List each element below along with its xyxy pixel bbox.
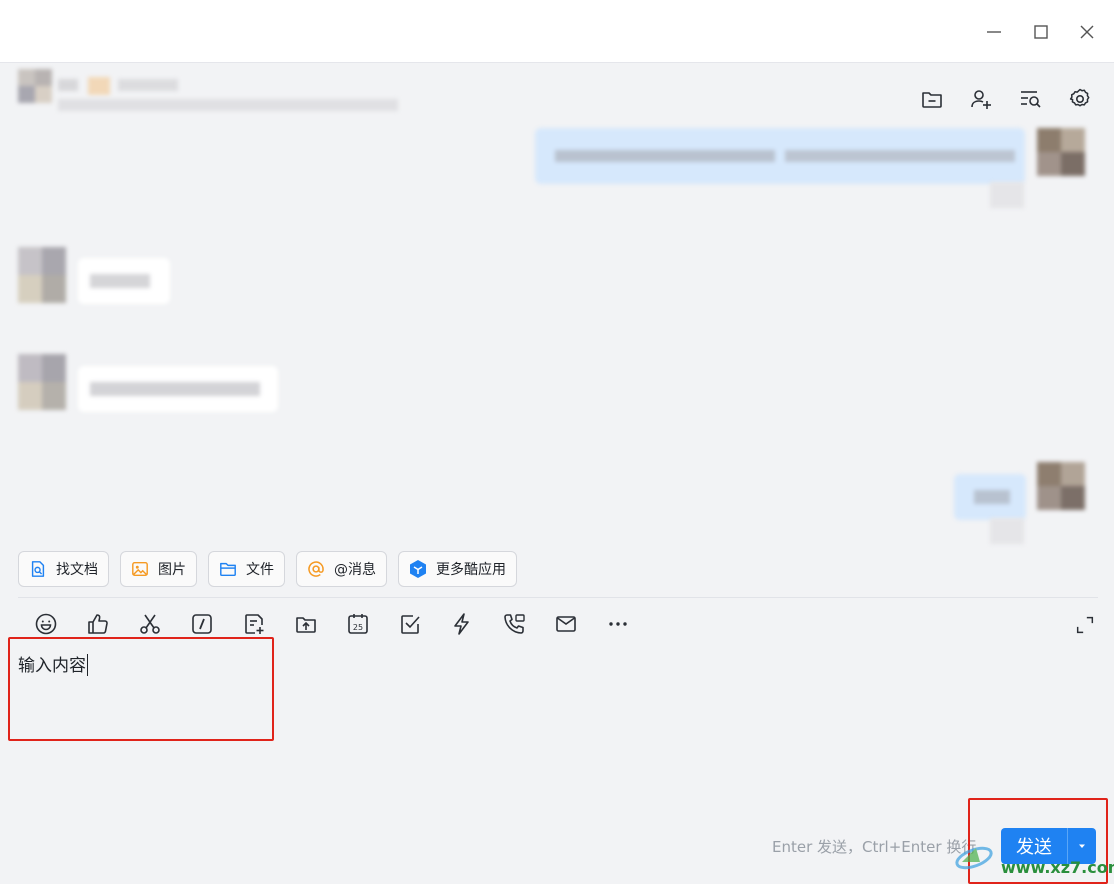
avatar xyxy=(18,354,66,410)
find-doc-label: 找文档 xyxy=(56,562,98,578)
lightning-icon[interactable] xyxy=(436,608,488,640)
message-input[interactable]: 输入内容 xyxy=(8,637,274,741)
message-bubble xyxy=(954,474,1026,520)
file-button[interactable]: 文件 xyxy=(208,551,285,587)
image-button[interactable]: 图片 xyxy=(120,551,197,587)
add-member-icon[interactable] xyxy=(967,85,995,113)
at-message-label: @消息 xyxy=(334,562,376,578)
editor-toolbar: 25 xyxy=(20,608,644,640)
folder-icon xyxy=(218,559,238,579)
text-caret xyxy=(87,654,88,676)
at-message-button[interactable]: @消息 xyxy=(296,551,387,587)
maximize-icon[interactable] xyxy=(1027,18,1055,46)
thumbs-up-icon[interactable] xyxy=(72,608,124,640)
avatar xyxy=(18,247,66,303)
watermark-text: www.xz7.com xyxy=(1001,858,1114,877)
at-icon xyxy=(306,559,326,579)
avatar xyxy=(1037,462,1085,510)
scissors-icon[interactable] xyxy=(124,608,176,640)
calendar-icon[interactable]: 25 xyxy=(332,608,384,640)
message-bubble xyxy=(535,128,1025,184)
emoji-icon[interactable] xyxy=(20,608,72,640)
slash-command-icon[interactable] xyxy=(176,608,228,640)
message-bubble xyxy=(78,258,170,304)
image-icon xyxy=(130,559,150,579)
chat-subtitle-redacted xyxy=(58,99,398,111)
expand-icon[interactable] xyxy=(1072,612,1098,638)
close-icon[interactable] xyxy=(1073,18,1101,46)
calendar-day: 25 xyxy=(353,623,363,632)
apps-icon xyxy=(408,559,428,579)
read-status xyxy=(990,182,1024,208)
file-label: 文件 xyxy=(246,562,274,578)
task-check-icon[interactable] xyxy=(384,608,436,640)
avatar xyxy=(1037,128,1085,176)
avatar xyxy=(18,69,52,103)
mail-icon[interactable] xyxy=(540,608,592,640)
upload-icon[interactable] xyxy=(280,608,332,640)
search-history-icon[interactable] xyxy=(1016,85,1044,113)
read-status xyxy=(990,518,1024,544)
quick-action-bar: 找文档 图片 文件 @消息 更多酷应用 xyxy=(18,551,517,587)
divider xyxy=(18,597,1098,598)
doc-search-icon xyxy=(28,559,48,579)
settings-icon[interactable] xyxy=(1066,85,1094,113)
message-input-text[interactable]: 输入内容 xyxy=(18,651,88,676)
phone-icon[interactable] xyxy=(488,608,540,640)
minimize-icon[interactable] xyxy=(980,18,1008,46)
more-icon[interactable] xyxy=(592,608,644,640)
find-doc-button[interactable]: 找文档 xyxy=(18,551,109,587)
message-input-value: 输入内容 xyxy=(18,656,86,676)
folder-icon[interactable] xyxy=(918,85,946,113)
image-label: 图片 xyxy=(158,562,186,578)
chat-title-redacted xyxy=(58,75,188,95)
note-add-icon[interactable] xyxy=(228,608,280,640)
title-bar xyxy=(0,0,1114,63)
more-apps-label: 更多酷应用 xyxy=(436,562,506,578)
message-list xyxy=(0,120,1114,550)
message-bubble xyxy=(78,366,278,412)
more-apps-button[interactable]: 更多酷应用 xyxy=(398,551,517,587)
send-hint: Enter 发送，Ctrl+Enter 换行 xyxy=(772,838,977,856)
